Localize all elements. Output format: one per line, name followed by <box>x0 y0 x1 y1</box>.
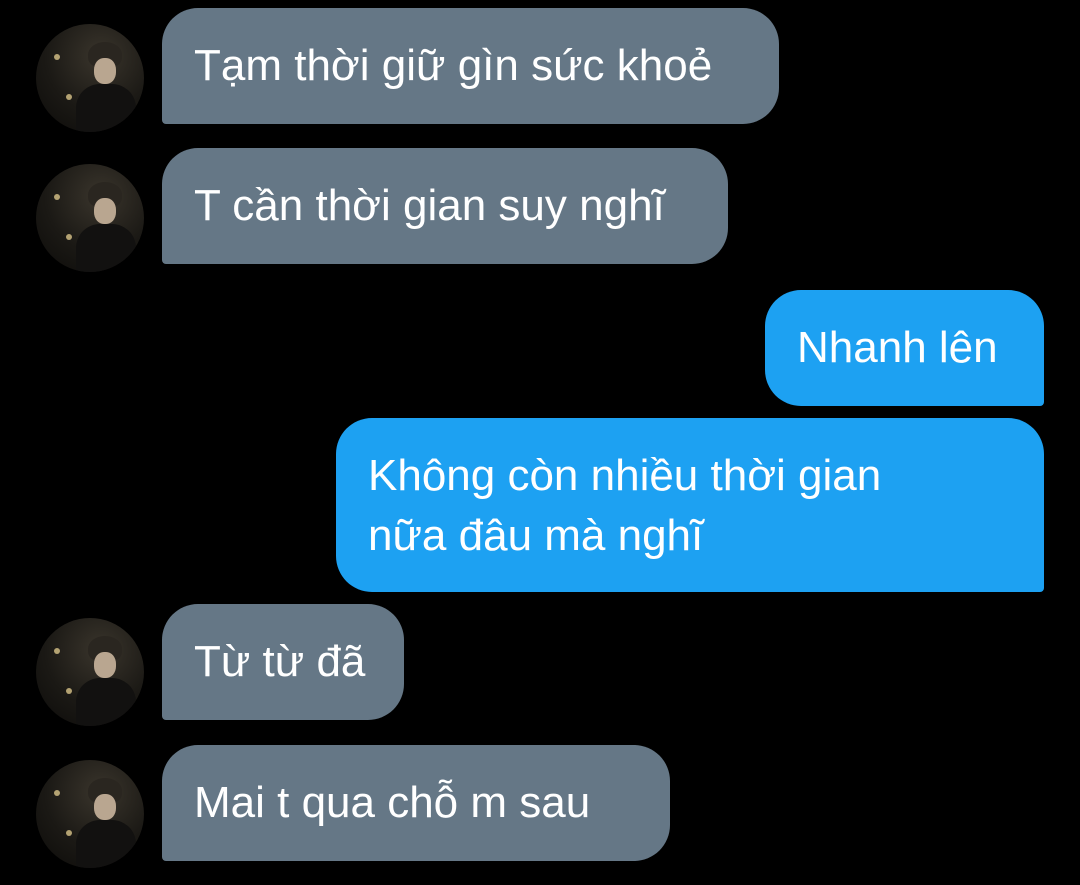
avatar-body <box>76 678 136 726</box>
avatar-light <box>54 54 60 60</box>
avatar-face <box>94 198 116 224</box>
outgoing-message-bubble[interactable]: Không còn nhiều thời gian nữa đâu mà ngh… <box>336 418 1044 592</box>
avatar-body <box>76 224 136 272</box>
avatar-light <box>66 830 72 836</box>
contact-avatar[interactable] <box>36 618 144 726</box>
avatar-body <box>76 820 136 868</box>
avatar-face <box>94 794 116 820</box>
avatar-light <box>66 234 72 240</box>
incoming-message-bubble[interactable]: T cần thời gian suy nghĩ <box>162 148 728 264</box>
avatar-light <box>54 790 60 796</box>
avatar-light <box>66 94 72 100</box>
avatar-light <box>54 648 60 654</box>
incoming-message-bubble[interactable]: Tạm thời giữ gìn sức khoẻ <box>162 8 779 124</box>
avatar-face <box>94 652 116 678</box>
avatar-light <box>54 194 60 200</box>
incoming-message-bubble[interactable]: Từ từ đã <box>162 604 404 720</box>
outgoing-message-bubble[interactable]: Nhanh lên <box>765 290 1044 406</box>
contact-avatar[interactable] <box>36 760 144 868</box>
contact-avatar[interactable] <box>36 164 144 272</box>
contact-avatar[interactable] <box>36 24 144 132</box>
avatar-light <box>66 688 72 694</box>
avatar-body <box>76 84 136 132</box>
avatar-face <box>94 58 116 84</box>
incoming-message-bubble[interactable]: Mai t qua chỗ m sau <box>162 745 670 861</box>
